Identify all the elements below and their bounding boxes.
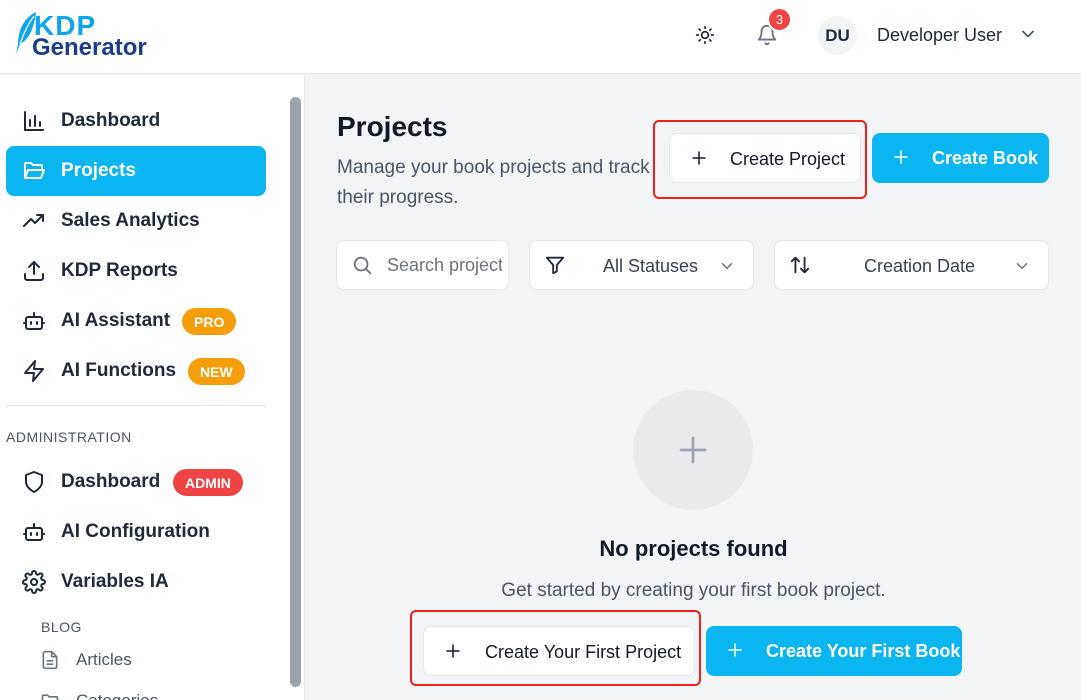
chevron-down-icon (1016, 263, 1028, 270)
status-filter-select[interactable]: All Statuses (529, 240, 754, 290)
notification-count-badge: 3 (767, 7, 792, 32)
bot-icon (23, 523, 45, 541)
create-book-label: Create Book (932, 148, 1039, 168)
gear-icon (22, 570, 46, 594)
sidebar-item-label: AI Assistant (61, 310, 171, 331)
sidebar-divider (6, 405, 266, 406)
zap-icon (24, 360, 44, 382)
empty-state-subtitle: Get started by creating your first book … (501, 580, 886, 601)
sidebar-item-dashboard[interactable]: Dashboard (6, 96, 266, 146)
user-avatar[interactable]: DU (818, 16, 857, 55)
folder-icon (41, 694, 59, 700)
sidebar-item-sales-analytics[interactable]: Sales Analytics (6, 196, 266, 246)
filter-icon (545, 256, 565, 275)
sidebar-item-ai-assistant[interactable]: AI Assistant PRO (6, 296, 266, 346)
page-subtitle: Manage your book projects and track thei… (337, 157, 650, 208)
sidebar-item-admin-dashboard[interactable]: Dashboard ADMIN (6, 457, 266, 507)
sidebar-item-label: Projects (61, 160, 136, 181)
administration-section-title: ADMINISTRATION (6, 429, 132, 445)
sidebar-item-variables-ia[interactable]: Variables IA (6, 557, 266, 607)
sidebar-item-ai-configuration[interactable]: AI Configuration (6, 507, 266, 557)
admin-badge: ADMIN (173, 469, 243, 496)
empty-state-title: No projects found (599, 536, 788, 561)
logo-text-generator: Generator (32, 34, 147, 61)
folder-open-icon (24, 162, 45, 179)
sidebar-item-label: Dashboard (61, 110, 161, 131)
sidebar: Dashboard Projects Sales Analytics KDP R… (0, 75, 305, 700)
user-name[interactable]: Developer User (877, 25, 1002, 46)
plus-icon (728, 643, 742, 657)
upload-icon (24, 261, 44, 281)
sidebar-item-label: AI Configuration (61, 521, 210, 542)
sidebar-item-label: KDP Reports (61, 260, 178, 281)
sidebar-item-ai-functions[interactable]: AI Functions NEW (6, 346, 266, 396)
sidebar-item-label: Articles (76, 650, 132, 669)
sidebar-item-label: Variables IA (61, 571, 169, 592)
sidebar-item-label: Dashboard (61, 471, 161, 492)
main-content: Projects Manage your book projects and t… (306, 75, 1081, 700)
new-badge: NEW (188, 358, 245, 385)
theme-toggle-button[interactable] (690, 20, 720, 50)
trending-up-icon (23, 214, 44, 227)
status-filter-value: All Statuses (603, 256, 699, 276)
plus-icon (679, 436, 707, 464)
empty-state-illustration (633, 390, 753, 510)
create-first-book-button[interactable]: Create Your First Book (706, 626, 962, 676)
sun-icon (695, 25, 715, 45)
plus-icon (894, 150, 908, 164)
app-logo[interactable]: KDP Generator (14, 8, 174, 64)
create-book-button[interactable]: Create Book (872, 133, 1049, 183)
document-icon (42, 650, 58, 670)
page-title: Projects (337, 111, 448, 142)
blog-section-title: BLOG (41, 619, 82, 635)
search-input[interactable] (387, 251, 502, 279)
top-header: KDP Generator 3 DU Developer User (0, 0, 1081, 74)
sidebar-item-kdp-reports[interactable]: KDP Reports (6, 246, 266, 296)
search-icon (353, 256, 372, 275)
search-field[interactable] (336, 240, 509, 290)
bar-chart-icon (24, 111, 44, 131)
sidebar-item-label: AI Functions (61, 360, 177, 381)
shield-icon (25, 471, 43, 493)
create-first-book-label: Create Your First Book (766, 641, 961, 661)
highlight-box-create-project (653, 120, 867, 199)
sidebar-scrollbar-thumb[interactable] (290, 97, 301, 687)
sort-arrows-icon (790, 256, 810, 274)
chevron-down-icon (721, 263, 733, 270)
sidebar-item-projects[interactable]: Projects (6, 146, 266, 196)
sidebar-item-label: Sales Analytics (61, 210, 200, 231)
sort-value: Creation Date (864, 256, 976, 276)
pro-badge: PRO (182, 308, 237, 335)
sidebar-item-label: Categories (76, 691, 158, 700)
highlight-box-create-first-project (410, 610, 701, 686)
bot-icon (23, 312, 45, 330)
sort-select[interactable]: Creation Date (774, 240, 1049, 290)
chevron-down-icon[interactable] (1018, 24, 1038, 44)
